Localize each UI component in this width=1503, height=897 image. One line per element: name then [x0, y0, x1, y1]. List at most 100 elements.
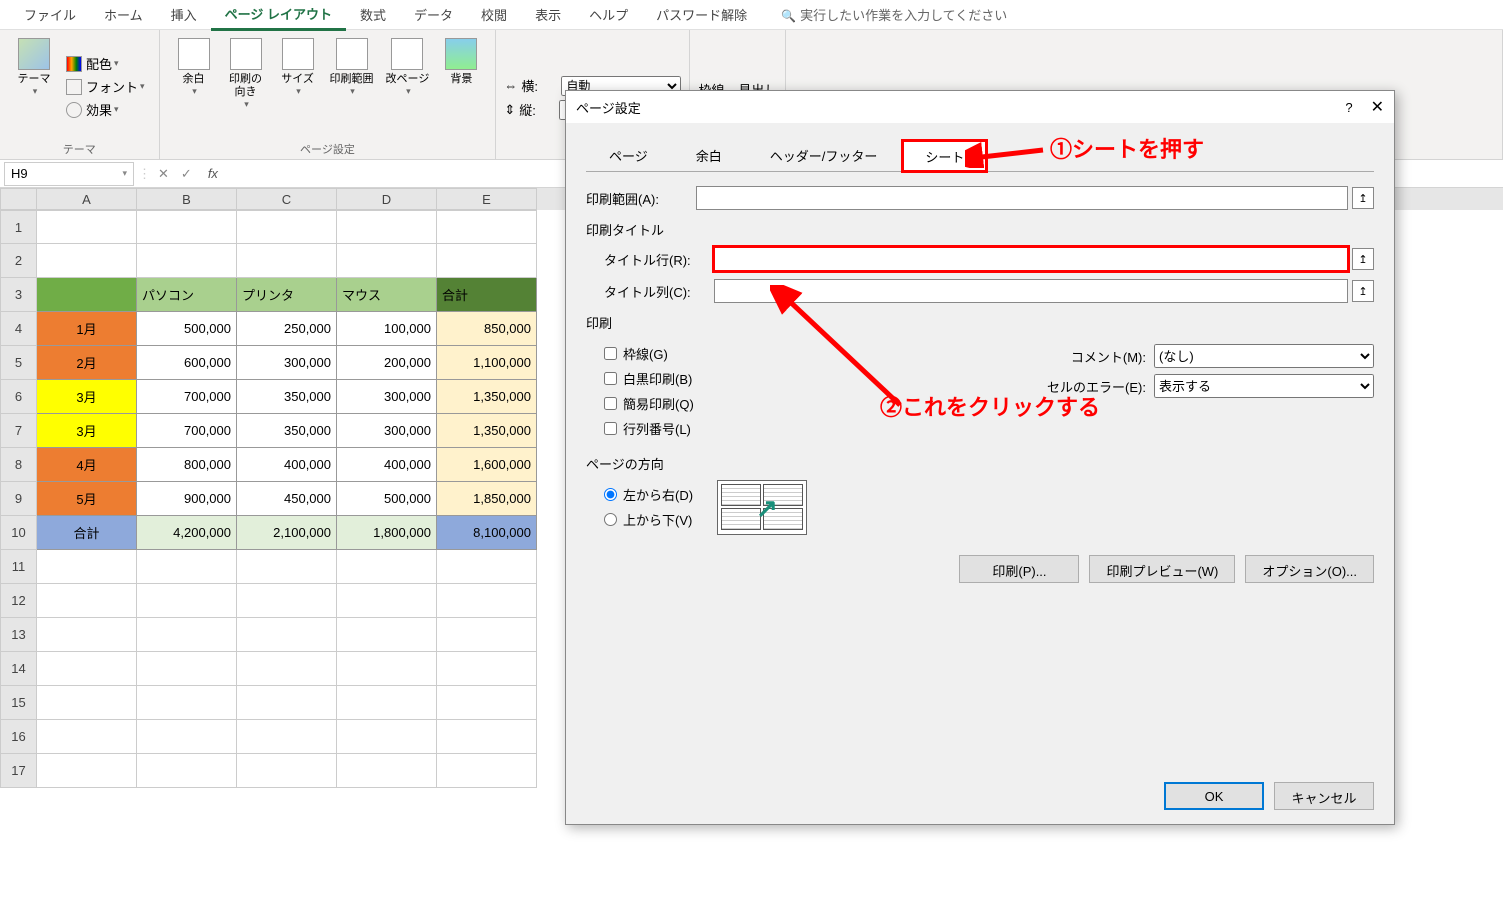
menu-file[interactable]: ファイル: [10, 0, 90, 29]
cell[interactable]: [37, 584, 137, 618]
tab-margins[interactable]: 余白: [673, 139, 745, 171]
tab-header-footer[interactable]: ヘッダー/フッター: [747, 139, 901, 171]
col-header-a[interactable]: A: [37, 188, 137, 210]
cell[interactable]: [437, 754, 537, 788]
cell[interactable]: 300,000: [337, 414, 437, 448]
cell[interactable]: [337, 720, 437, 754]
gridlines-checkbox[interactable]: [604, 347, 617, 360]
cell[interactable]: [437, 584, 537, 618]
col-header-b[interactable]: B: [137, 188, 237, 210]
cell[interactable]: [137, 244, 237, 278]
cell[interactable]: 900,000: [137, 482, 237, 516]
cell[interactable]: [237, 210, 337, 244]
cell[interactable]: [37, 550, 137, 584]
row-header[interactable]: 13: [0, 618, 37, 652]
cell[interactable]: [337, 652, 437, 686]
cell[interactable]: [137, 584, 237, 618]
menu-data[interactable]: データ: [400, 0, 467, 29]
ltr-radio[interactable]: [604, 488, 617, 501]
cell[interactable]: [437, 244, 537, 278]
cell[interactable]: 300,000: [237, 346, 337, 380]
cell[interactable]: 400,000: [337, 448, 437, 482]
cell[interactable]: [337, 244, 437, 278]
menu-review[interactable]: 校閲: [467, 0, 521, 29]
cell[interactable]: 1,350,000: [437, 380, 537, 414]
cell[interactable]: 1,350,000: [437, 414, 537, 448]
cell[interactable]: [137, 686, 237, 720]
print-area-button[interactable]: 印刷範囲: [324, 34, 380, 101]
name-box[interactable]: H9: [4, 162, 134, 186]
cell[interactable]: 合計: [437, 278, 537, 312]
ok-button[interactable]: OK: [1164, 782, 1264, 810]
cell[interactable]: 5月: [37, 482, 137, 516]
cell[interactable]: [437, 720, 537, 754]
row-header[interactable]: 4: [0, 312, 37, 346]
dialog-close-button[interactable]: ✕: [1371, 97, 1384, 117]
accept-formula-icon[interactable]: ✓: [181, 166, 192, 182]
col-header-d[interactable]: D: [337, 188, 437, 210]
cell[interactable]: [237, 550, 337, 584]
cell[interactable]: [237, 754, 337, 788]
cell[interactable]: [37, 652, 137, 686]
print-button[interactable]: 印刷(P)...: [959, 555, 1079, 583]
bring-forward-icon[interactable]: [1001, 44, 1037, 80]
row-header[interactable]: 2: [0, 244, 37, 278]
cell[interactable]: 700,000: [137, 380, 237, 414]
cell[interactable]: [237, 244, 337, 278]
row-header[interactable]: 7: [0, 414, 37, 448]
cell[interactable]: 200,000: [337, 346, 437, 380]
cell[interactable]: [37, 686, 137, 720]
menu-view[interactable]: 表示: [521, 0, 575, 29]
cell[interactable]: 1月: [37, 312, 137, 346]
cell[interactable]: [37, 754, 137, 788]
tab-sheet[interactable]: シート: [902, 140, 987, 172]
cell[interactable]: 250,000: [237, 312, 337, 346]
row-header[interactable]: 14: [0, 652, 37, 686]
title-cols-picker-icon[interactable]: ↥: [1352, 280, 1374, 302]
bw-checkbox[interactable]: [604, 372, 617, 385]
select-all-corner[interactable]: [0, 188, 37, 210]
send-backward-icon[interactable]: [1051, 44, 1087, 80]
cell[interactable]: [237, 584, 337, 618]
cell[interactable]: 2,100,000: [237, 516, 337, 550]
row-header[interactable]: 11: [0, 550, 37, 584]
cell[interactable]: [437, 618, 537, 652]
cell[interactable]: 1,800,000: [337, 516, 437, 550]
cancel-formula-icon[interactable]: ✕: [158, 166, 169, 182]
cell[interactable]: 3月: [37, 380, 137, 414]
rotate-icon[interactable]: [1251, 44, 1287, 80]
cell[interactable]: 300,000: [337, 380, 437, 414]
cell[interactable]: 4,200,000: [137, 516, 237, 550]
tell-me-search[interactable]: 実行したい作業を入力してください: [767, 0, 1021, 29]
align-icon[interactable]: [1151, 44, 1187, 80]
title-cols-input[interactable]: [714, 279, 1348, 303]
cell[interactable]: [337, 618, 437, 652]
col-header-c[interactable]: C: [237, 188, 337, 210]
cell[interactable]: [337, 210, 437, 244]
cell[interactable]: [437, 210, 537, 244]
row-header[interactable]: 16: [0, 720, 37, 754]
cell[interactable]: [237, 618, 337, 652]
row-header[interactable]: 10: [0, 516, 37, 550]
selection-pane-icon[interactable]: [1101, 44, 1137, 80]
menu-page-layout[interactable]: ページ レイアウト: [211, 0, 346, 31]
row-header[interactable]: 1: [0, 210, 37, 244]
row-header[interactable]: 8: [0, 448, 37, 482]
cell[interactable]: [137, 720, 237, 754]
menu-help[interactable]: ヘルプ: [575, 0, 642, 29]
row-header[interactable]: 3: [0, 278, 37, 312]
cell[interactable]: 合計: [37, 516, 137, 550]
cell[interactable]: [37, 618, 137, 652]
cell[interactable]: [137, 210, 237, 244]
cell[interactable]: [337, 686, 437, 720]
cancel-button[interactable]: キャンセル: [1274, 782, 1374, 810]
col-header-e[interactable]: E: [437, 188, 537, 210]
background-button[interactable]: 背景: [435, 34, 487, 90]
fx-icon[interactable]: fx: [202, 166, 224, 181]
themes-button[interactable]: テーマ: [8, 34, 60, 101]
cell[interactable]: 700,000: [137, 414, 237, 448]
errors-select[interactable]: 表示する: [1154, 374, 1374, 398]
cell[interactable]: [37, 720, 137, 754]
draft-checkbox[interactable]: [604, 397, 617, 410]
cell[interactable]: [137, 550, 237, 584]
